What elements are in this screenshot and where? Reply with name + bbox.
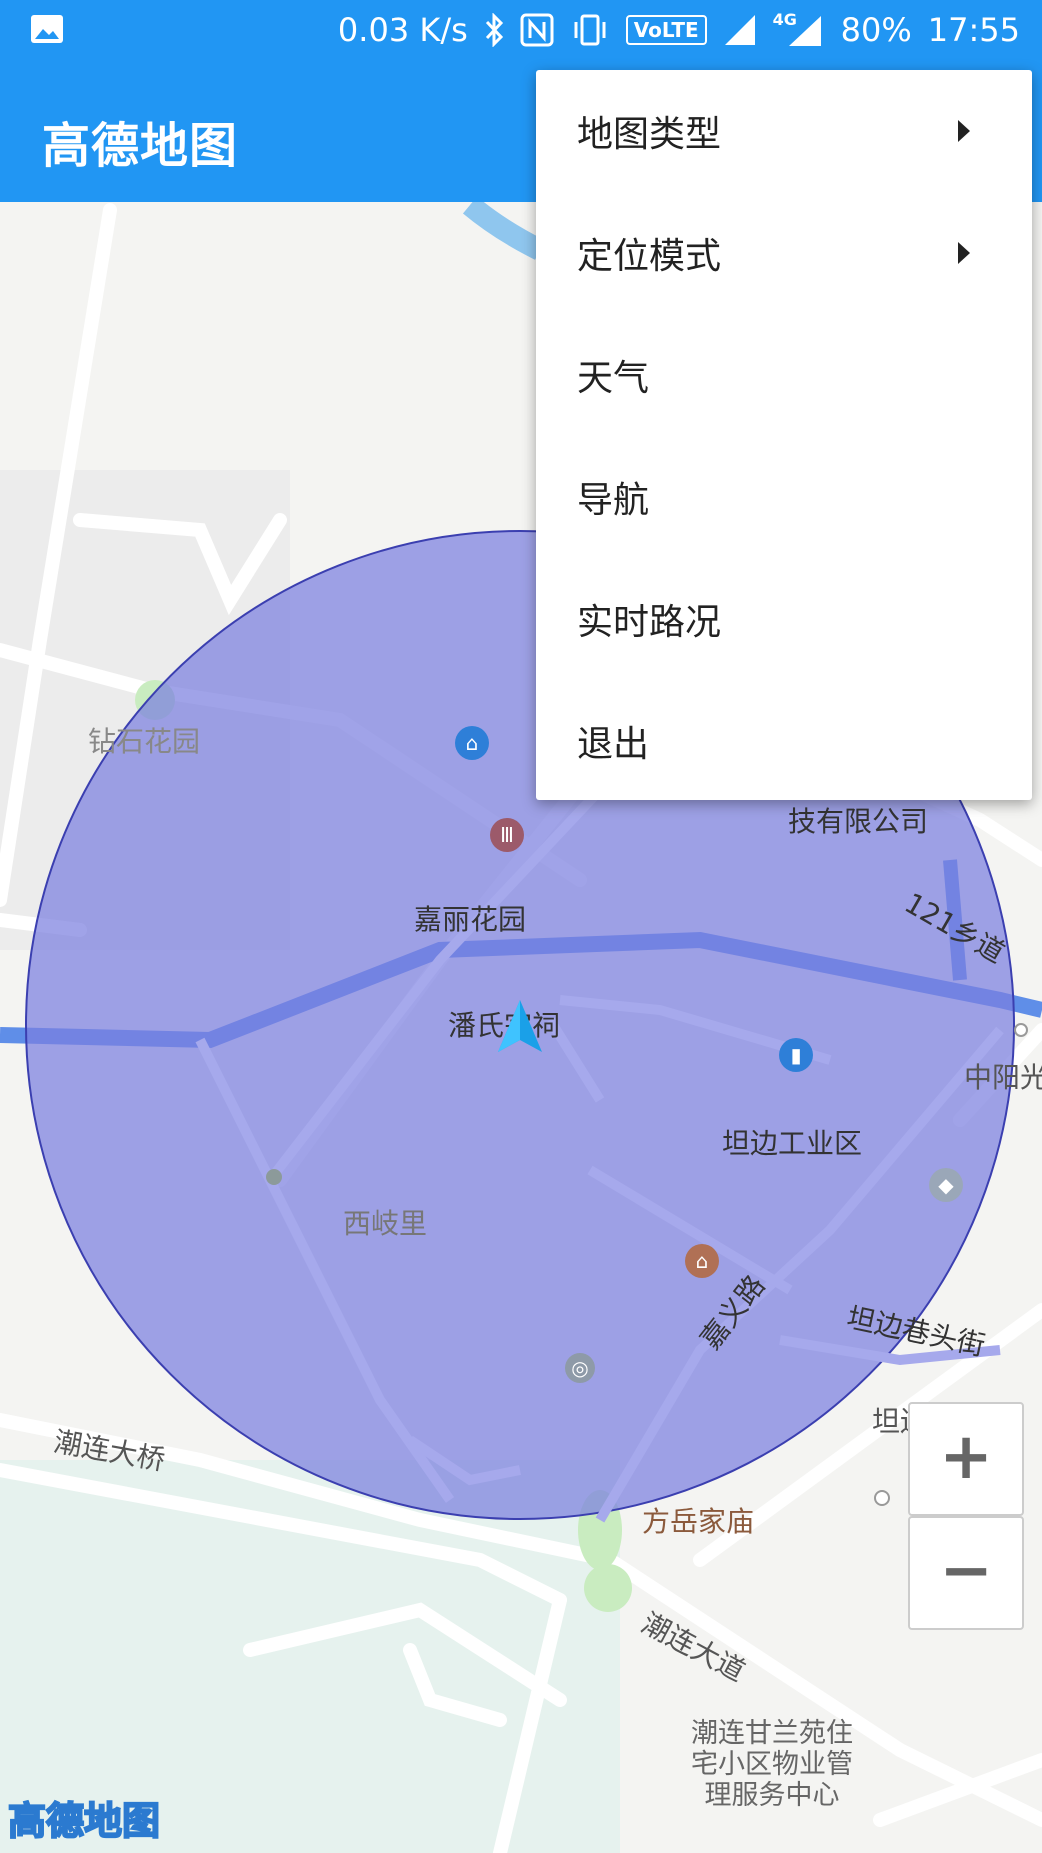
submenu-arrow-icon (958, 120, 970, 142)
battery-level: 80% (840, 11, 912, 49)
menu-item-label: 实时路况 (577, 602, 722, 643)
temple-poi-icon[interactable]: Ⅲ (490, 818, 524, 852)
bluetooth-icon (485, 13, 503, 47)
menu-item-label: 定位模式 (577, 236, 722, 277)
signal-4g-icon: 4G (773, 10, 825, 50)
map-label: 方岳家庙 (642, 1505, 755, 1538)
menu-item-location-mode[interactable]: 定位模式 (536, 192, 1032, 314)
map-label: 钻石花园 (88, 725, 201, 758)
service-poi-icon[interactable]: ◎ (565, 1353, 595, 1383)
volte-icon: VoLTE (625, 15, 707, 45)
zhongyang-poi-icon[interactable] (1014, 1023, 1028, 1037)
overflow-menu: 地图类型 定位模式 天气 导航 实时路况 退出 (536, 70, 1032, 800)
menu-item-traffic[interactable]: 实时路况 (536, 558, 1032, 680)
map-label: 中阳光 (964, 1061, 1042, 1094)
image-icon (31, 15, 63, 43)
app-title: 高德地图 (42, 118, 239, 174)
submenu-arrow-icon (958, 242, 970, 264)
map-label: 坦边工业区 (722, 1127, 863, 1160)
signal-icon (724, 15, 755, 45)
network-speed: 0.03 K/s (337, 11, 468, 49)
map-label: 技有限公司 (788, 805, 929, 838)
zoom-out-button[interactable]: − (908, 1516, 1024, 1630)
nfc-icon (520, 13, 554, 47)
menu-item-exit[interactable]: 退出 (536, 680, 1032, 802)
vibrate-icon (574, 14, 606, 46)
map-label: 嘉丽花园 (414, 903, 527, 936)
property-poi-icon[interactable] (874, 1490, 890, 1506)
status-bar: 0.03 K/s VoLTE 4G 80% 17:55 (0, 0, 1042, 60)
map-label: 西岐里 (343, 1207, 428, 1240)
menu-item-label: 地图类型 (577, 114, 722, 155)
map-label: 潮连甘兰苑住宅小区物业管理服务中心 (691, 1718, 853, 1811)
zoom-in-button[interactable]: + (908, 1402, 1024, 1516)
location-arrow-icon (498, 1000, 542, 1052)
menu-item-map-type[interactable]: 地图类型 (536, 70, 1032, 192)
menu-item-label: 导航 (577, 480, 650, 521)
menu-item-navigation[interactable]: 导航 (536, 436, 1032, 558)
shrine-poi-icon[interactable]: ⌂ (685, 1244, 719, 1278)
amap-logo: 高德地图 (7, 1798, 161, 1844)
menu-item-label: 退出 (577, 724, 650, 765)
clock: 17:55 (927, 11, 1020, 49)
menu-item-weather[interactable]: 天气 (536, 314, 1032, 436)
residential-poi-icon[interactable]: ⌂ (455, 726, 489, 760)
menu-item-label: 天气 (577, 358, 650, 399)
school-poi-icon[interactable]: ◆ (929, 1168, 963, 1202)
industry-poi-icon[interactable]: ▮ (779, 1038, 813, 1072)
